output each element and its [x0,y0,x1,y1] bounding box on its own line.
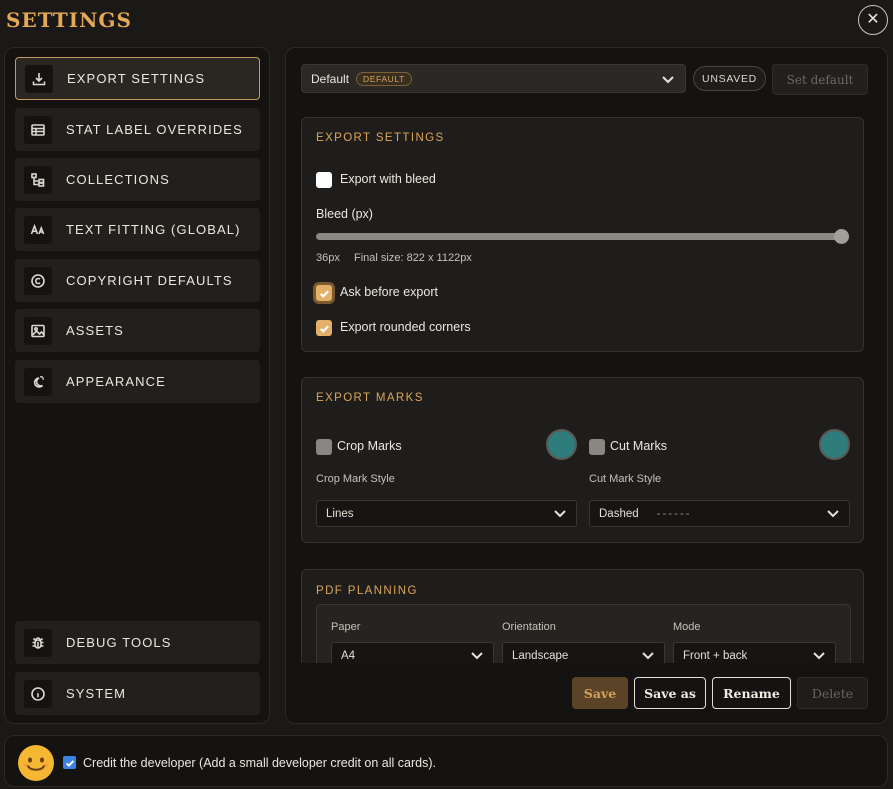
delete-button[interactable]: Delete [797,677,868,709]
save-button[interactable]: Save [572,677,628,709]
paper-label: Paper [331,621,361,633]
default-badge: DEFAULT [356,71,412,86]
crop-marks-color-swatch[interactable] [546,429,577,460]
cut-mark-style-select[interactable]: Dashed ------ [589,500,850,527]
sidebar-item-collections[interactable]: COLLECTIONS [15,158,260,201]
save-as-button[interactable]: Save as [634,677,706,709]
sidebar-item-label: SYSTEM [66,686,127,701]
sidebar-item-assets[interactable]: ASSETS [15,309,260,352]
section-title: PDF PLANNING [316,585,418,597]
download-icon [25,64,53,93]
export-rounded-corners-label: Export rounded corners [340,320,471,334]
credit-developer-label: Credit the developer (Add a small develo… [83,756,436,770]
page-title: SETTINGS [6,8,132,32]
set-default-button[interactable]: Set default [772,64,868,95]
sun-moon-icon [24,367,52,396]
crop-marks-label: Crop Marks [337,439,402,453]
mode-value: Front + back [683,649,748,662]
bug-icon [24,628,52,657]
sidebar-item-stat-label-overrides[interactable]: STAT LABEL OVERRIDES [15,108,260,151]
close-button[interactable]: ✕ [858,5,888,35]
cut-mark-style-value: Dashed [599,507,639,520]
export-bleed-checkbox[interactable] [316,172,332,188]
section-title: EXPORT SETTINGS [316,132,445,144]
export-rounded-corners-checkbox[interactable] [316,320,332,336]
main-panel: Default DEFAULT UNSAVED Set default EXPO… [285,47,888,724]
sidebar-item-copyright-defaults[interactable]: COPYRIGHT DEFAULTS [15,259,260,302]
rename-button[interactable]: Rename [712,677,791,709]
cut-marks-label: Cut Marks [610,439,667,453]
crop-mark-style-value: Lines [326,507,354,520]
table-icon [24,115,52,144]
paper-value: A4 [341,649,356,662]
credit-developer-checkbox[interactable] [63,756,76,769]
export-bleed-label: Export with bleed [340,172,436,186]
sidebar-item-system[interactable]: SYSTEM [15,672,260,715]
cut-mark-style-label: Cut Mark Style [589,473,662,485]
cut-marks-color-swatch[interactable] [819,429,850,460]
sidebar-item-label: TEXT FITTING (GLOBAL) [66,222,241,237]
crop-marks-checkbox[interactable] [316,439,332,455]
chevron-down-icon [553,506,567,523]
chevron-down-icon [661,72,675,89]
ask-before-export-label: Ask before export [340,285,438,299]
sidebar-item-label: DEBUG TOOLS [66,635,172,650]
sidebar-item-label: EXPORT SETTINGS [67,71,206,86]
sidebar-item-export-settings[interactable]: EXPORT SETTINGS [15,57,260,100]
image-icon [24,316,52,345]
orientation-value: Landscape [512,649,569,662]
smiling-face-icon [18,745,54,781]
sidebar: EXPORT SETTINGS STAT LABEL OVERRIDES COL… [4,47,270,724]
sidebar-item-label: ASSETS [66,323,124,338]
sidebar-item-label: APPEARANCE [66,374,166,389]
preset-select[interactable]: Default DEFAULT [301,64,686,93]
sidebar-item-label: COPYRIGHT DEFAULTS [66,273,233,288]
check-icon [65,759,74,767]
ask-before-export-checkbox[interactable] [316,285,332,301]
check-icon [319,324,329,333]
crop-mark-style-label: Crop Mark Style [316,473,395,485]
info-icon [24,679,52,708]
bleed-label: Bleed (px) [316,207,373,221]
unsaved-badge: UNSAVED [693,66,766,91]
bleed-slider-thumb[interactable] [834,229,849,244]
chevron-down-icon [826,506,840,523]
bleed-value: 36px [316,252,340,264]
tree-icon [24,165,52,194]
bleed-slider-track[interactable] [316,233,849,240]
section-title: EXPORT MARKS [316,392,424,404]
sidebar-item-text-fitting[interactable]: TEXT FITTING (GLOBAL) [15,208,260,251]
sidebar-item-appearance[interactable]: APPEARANCE [15,360,260,403]
mode-label: Mode [673,621,701,633]
orientation-label: Orientation [502,621,556,633]
sidebar-item-label: COLLECTIONS [66,172,170,187]
sidebar-item-label: STAT LABEL OVERRIDES [66,122,243,137]
preset-selected-value: Default [311,71,350,86]
copyright-icon [24,266,52,295]
final-size-text: Final size: 822 x 1122px [354,252,472,264]
text-size-icon [24,215,52,244]
sidebar-item-debug-tools[interactable]: DEBUG TOOLS [15,621,260,664]
credit-bar: Credit the developer (Add a small develo… [4,735,888,787]
close-icon: ✕ [866,11,880,28]
check-icon [319,289,329,298]
export-settings-section: EXPORT SETTINGS Export with bleed Bleed … [301,117,864,352]
cut-mark-style-preview: ------ [656,507,692,520]
cut-marks-checkbox[interactable] [589,439,605,455]
export-marks-section: EXPORT MARKS Crop Marks Cut Marks Crop M… [301,377,864,543]
crop-mark-style-select[interactable]: Lines [316,500,577,527]
